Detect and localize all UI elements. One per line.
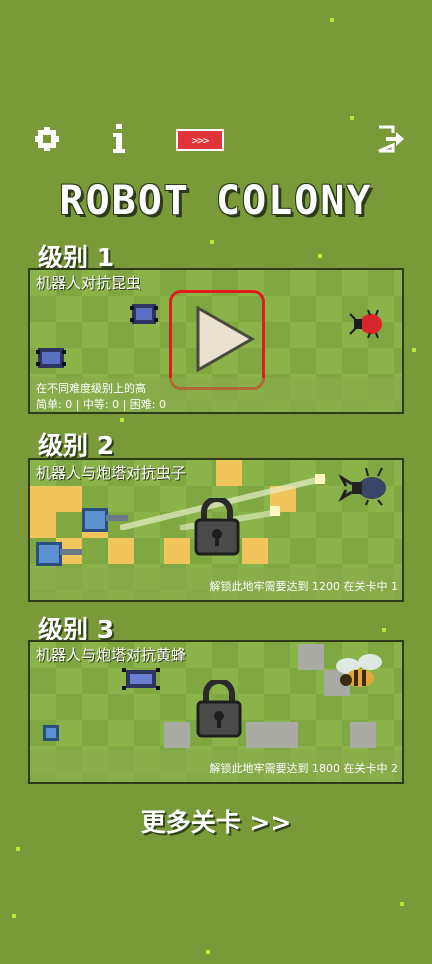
bg-speck	[350, 116, 354, 120]
info-icon[interactable]	[107, 124, 131, 154]
bg-speck	[382, 628, 386, 632]
bg-speck	[16, 847, 20, 851]
lock-icon	[196, 680, 242, 738]
lock-icon	[194, 498, 240, 556]
sand-tile	[56, 486, 82, 512]
stone-tile	[164, 722, 190, 748]
level-1-footer: 在不同难度级别上的高 简单: 0 | 中等: 0 | 困难: 0	[30, 378, 402, 412]
bg-speck	[400, 902, 404, 906]
sand-tile	[164, 538, 190, 564]
robot-sprite	[122, 668, 160, 690]
high-score-caption: 在不同难度级别上的高	[36, 382, 146, 395]
sand-tile	[242, 538, 268, 564]
level-3-footer: 解锁此地牢需要达到 1800 在关卡中 2	[30, 750, 402, 782]
game-title: ROBOT COLONY	[59, 178, 373, 224]
beetle-sprite	[349, 309, 382, 339]
more-levels-button[interactable]: 更多关卡 >>	[0, 803, 432, 839]
bg-speck	[210, 240, 214, 244]
stone-tile	[272, 722, 298, 748]
level-2-footer: 解锁此地牢需要达到 1200 在关卡中 1	[30, 568, 402, 600]
level-3-unlock-text: 解锁此地牢需要达到 1800 在关卡中 2	[209, 762, 398, 775]
play-icon[interactable]	[194, 306, 256, 372]
bg-speck	[12, 914, 16, 918]
robot-sprite	[130, 304, 158, 324]
gear-icon[interactable]	[34, 126, 60, 152]
robot-sprite	[36, 348, 66, 368]
sand-tile	[30, 486, 56, 512]
level-3-card[interactable]: 机器人与炮塔对抗黄蜂 解锁此地牢需要达到 1800 在关卡中 2	[28, 640, 404, 784]
bg-speck	[318, 254, 322, 258]
sand-tile	[30, 512, 56, 538]
exit-icon[interactable]	[376, 124, 406, 154]
sand-tile	[108, 538, 134, 564]
stone-tile	[350, 722, 376, 748]
high-score-values: 简单: 0 | 中等: 0 | 困难: 0	[36, 398, 167, 411]
level-1-title: 机器人对抗昆虫	[36, 274, 142, 292]
level-2-unlock-text: 解锁此地牢需要达到 1200 在关卡中 1	[209, 580, 398, 593]
bg-speck	[330, 18, 334, 22]
robot-sprite	[43, 725, 59, 741]
bg-speck	[206, 950, 210, 954]
stone-tile	[246, 722, 272, 748]
fast-forward-button[interactable]: >>>	[176, 129, 224, 151]
turret-sprite	[82, 508, 128, 532]
level-1-card[interactable]: 机器人对抗昆虫 在不同难度级别上的高 简单: 0 | 中等: 0 | 困难: 0	[28, 268, 404, 414]
top-bar: >>>	[0, 124, 432, 158]
level-2-label: 级别 2	[38, 431, 115, 460]
level-3-title: 机器人与炮塔对抗黄蜂	[36, 646, 187, 664]
level-2-card[interactable]: 机器人与炮塔对抗虫子 解锁此地牢需要达到 1200 在关卡中 1	[28, 458, 404, 602]
bg-speck	[412, 348, 416, 352]
turret-sprite	[36, 542, 82, 566]
stone-tile	[298, 644, 324, 670]
stag-beetle-sprite	[338, 467, 386, 506]
wasp-sprite	[336, 654, 382, 687]
bg-speck	[120, 418, 124, 422]
